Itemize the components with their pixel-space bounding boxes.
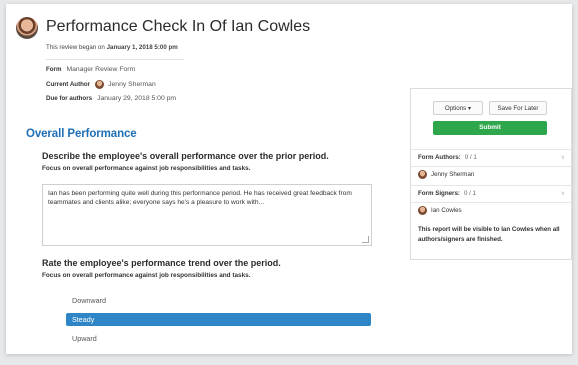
- signer-entry: Ian Cowles: [411, 202, 571, 218]
- chevron-down-icon: ∨: [560, 155, 565, 161]
- employee-avatar: [16, 17, 38, 39]
- began-date: January 1, 2018 5:00 pm: [106, 44, 178, 51]
- question-1-title: Describe the employee's overall performa…: [42, 151, 329, 161]
- signer-avatar: [418, 206, 427, 215]
- question-2-title: Rate the employee's performance trend ov…: [42, 258, 281, 268]
- author-avatar: [95, 80, 105, 89]
- trend-option-steady[interactable]: Steady: [66, 313, 371, 326]
- question-1-answer-field[interactable]: Ian has been performing quite well durin…: [42, 184, 372, 246]
- resize-handle[interactable]: [362, 236, 369, 243]
- caret-down-icon: ▾: [467, 105, 472, 112]
- trend-option-downward[interactable]: Downward: [66, 294, 371, 307]
- question-1-answer-text: Ian has been performing quite well durin…: [48, 190, 352, 206]
- divider: [46, 59, 184, 60]
- author-label: Current Author: [46, 81, 91, 88]
- form-authors-count: 0 / 1: [464, 153, 477, 161]
- options-label: Options: [444, 105, 467, 112]
- question-1-subtitle: Focus on overall performance against job…: [42, 165, 251, 172]
- meta-form: Form Manager Review Form: [46, 66, 135, 73]
- form-authors-row[interactable]: Form Authors: 0 / 1 ∨: [411, 149, 571, 165]
- due-value: January 29, 2018 5:00 pm: [97, 95, 177, 102]
- author-entry: Jenny Sherman: [411, 166, 571, 182]
- author-entry-name: Jenny Sherman: [431, 170, 475, 178]
- form-signers-label: Form Signers:: [418, 189, 460, 197]
- author-avatar: [418, 170, 427, 179]
- visibility-note: This report will be visible to Ian Cowle…: [418, 226, 560, 243]
- form-authors-label: Form Authors:: [418, 153, 461, 161]
- began-prefix: This review began on: [46, 44, 105, 51]
- form-signers-count: 0 / 1: [463, 189, 476, 197]
- question-2-subtitle: Focus on overall performance against job…: [42, 272, 251, 279]
- submit-button[interactable]: Submit: [433, 121, 547, 135]
- page-title: Performance Check In Of Ian Cowles: [46, 18, 311, 35]
- form-value: Manager Review Form: [66, 66, 136, 73]
- trend-option-upward[interactable]: Upward: [66, 332, 371, 345]
- action-panel: Options ▾ Save For Later Submit Form Aut…: [410, 88, 572, 260]
- meta-due: Due for authors January 29, 2018 5:00 pm: [46, 95, 176, 102]
- form-label: Form: [46, 66, 62, 73]
- author-value: Jenny Sherman: [108, 81, 156, 88]
- save-for-later-button[interactable]: Save For Later: [489, 101, 547, 115]
- review-page: Performance Check In Of Ian Cowles This …: [6, 4, 572, 354]
- form-signers-row[interactable]: Form Signers: 0 / 1 ∨: [411, 185, 571, 201]
- chevron-down-icon: ∨: [560, 191, 565, 197]
- options-button[interactable]: Options ▾: [433, 101, 483, 115]
- signer-entry-name: Ian Cowles: [431, 206, 462, 214]
- meta-author: Current Author Jenny Sherman: [46, 80, 156, 89]
- due-label: Due for authors: [46, 95, 93, 102]
- began-text: This review began on January 1, 2018 5:0…: [46, 44, 178, 51]
- section-title: Overall Performance: [26, 128, 137, 140]
